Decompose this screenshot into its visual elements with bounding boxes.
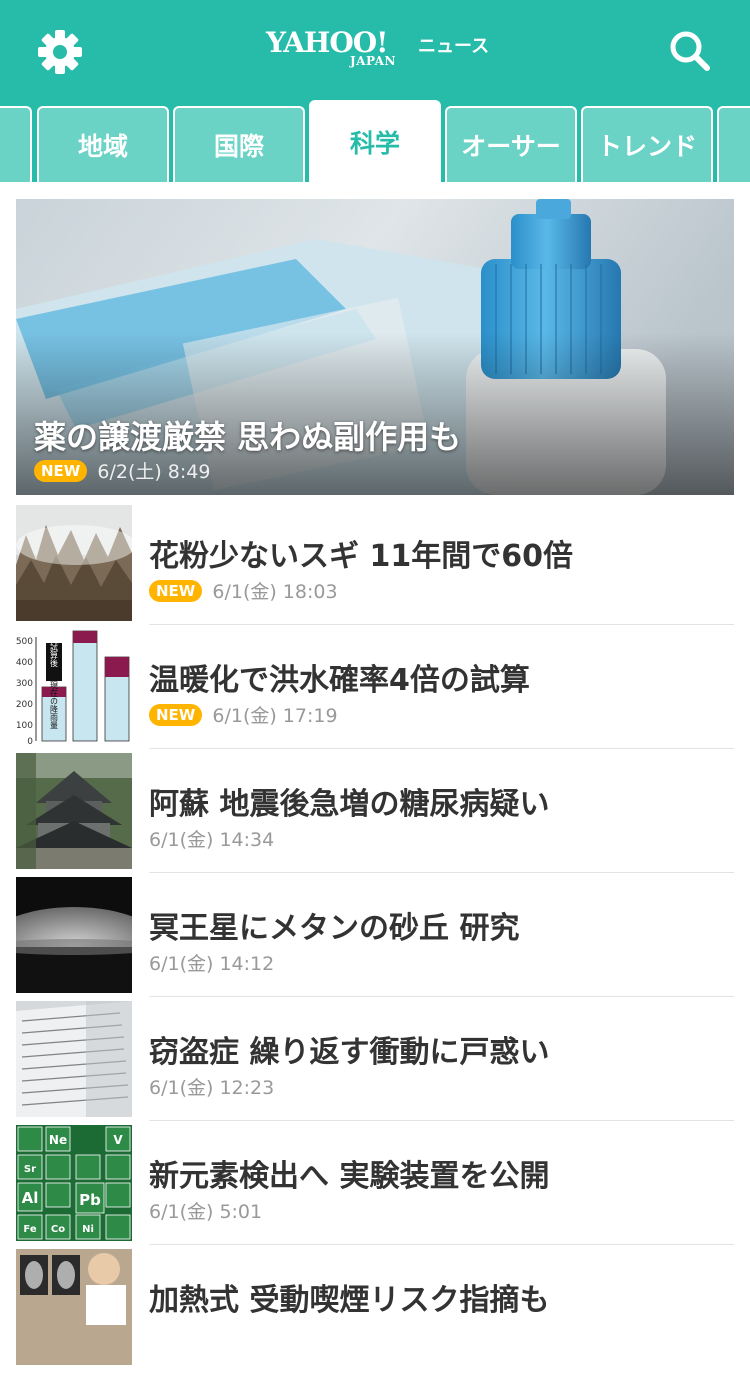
article-meta: 6/1(金) 14:12 bbox=[149, 949, 274, 976]
article-title: 加熱式 受動喫煙リスク指摘も bbox=[149, 1283, 550, 1318]
article-item[interactable]: 加熱式 受動喫煙リスク指摘も bbox=[16, 1249, 734, 1373]
divider bbox=[149, 996, 734, 997]
hero-article[interactable]: 薬の譲渡厳禁 思わぬ副作用も NEW 6/2(土) 8:49 bbox=[16, 199, 734, 495]
article-title: 花粉少ないスギ 11年間で60倍 bbox=[149, 539, 573, 574]
element-symbol: Ni bbox=[82, 1224, 94, 1235]
chart-tick: 400 bbox=[16, 658, 33, 668]
divider bbox=[149, 1244, 734, 1245]
article-date: 6/1(金) 12:23 bbox=[149, 1077, 275, 1099]
article-item[interactable]: 窃盗症 繰り返す衝動に戸惑い 6/1(金) 12:23 bbox=[16, 1001, 734, 1125]
article-date: 6/1(金) 5:01 bbox=[149, 1201, 263, 1223]
thumbnail-rainfall-chart: 500 400 300 200 100 0 試算後 現在の降雨量 bbox=[16, 629, 132, 745]
logo-news-text: ニュース bbox=[418, 36, 490, 57]
category-tabs: 地域 国際 科学 オーサー トレンド イ bbox=[0, 100, 750, 182]
new-badge: NEW bbox=[149, 703, 203, 726]
article-meta: 6/1(金) 5:01 bbox=[149, 1197, 262, 1224]
article-date: 6/1(金) 14:34 bbox=[149, 829, 275, 851]
divider bbox=[149, 872, 734, 873]
thumbnail-castle bbox=[16, 753, 132, 869]
chart-tick: 100 bbox=[16, 721, 33, 731]
chart-tick: 200 bbox=[16, 700, 33, 710]
tab-previous[interactable] bbox=[0, 106, 32, 182]
tab-label: 国際 bbox=[213, 132, 264, 161]
new-badge: NEW bbox=[149, 579, 203, 602]
new-badge: NEW bbox=[34, 459, 88, 482]
thumbnail-xray-doctor bbox=[16, 1249, 132, 1365]
hero-meta: NEW 6/2(土) 8:49 bbox=[34, 457, 210, 484]
tab-trend[interactable]: トレンド bbox=[581, 106, 713, 182]
chart-label: 試算後 bbox=[50, 642, 59, 667]
article-item[interactable]: 冥王星にメタンの砂丘 研究 6/1(金) 14:12 bbox=[16, 877, 734, 1001]
article-item[interactable]: Ne V Al Pb Sr Fe Ni Co 新元素検出へ 実験装置を公開 6/… bbox=[16, 1125, 734, 1249]
chart-label: 現在の降雨量 bbox=[50, 681, 59, 729]
tab-author[interactable]: オーサー bbox=[445, 106, 577, 182]
article-item[interactable]: 阿蘇 地震後急増の糖尿病疑い 6/1(金) 14:34 bbox=[16, 753, 734, 877]
article-item[interactable]: 500 400 300 200 100 0 試算後 現在の降雨量 温暖化で洪水確… bbox=[16, 629, 734, 753]
thumbnail-notebook bbox=[16, 1001, 132, 1117]
article-meta: 6/1(金) 12:23 bbox=[149, 1073, 274, 1100]
tab-science[interactable]: 科学 bbox=[309, 100, 441, 182]
gear-icon[interactable] bbox=[34, 26, 86, 78]
article-meta: NEW 6/1(金) 18:03 bbox=[149, 577, 338, 604]
divider bbox=[149, 1120, 734, 1121]
chart-tick: 0 bbox=[27, 737, 33, 745]
article-title: 温暖化で洪水確率4倍の試算 bbox=[149, 663, 530, 698]
chart-tick: 500 bbox=[16, 637, 33, 647]
thumbnail-periodic-table: Ne V Al Pb Sr Fe Ni Co bbox=[16, 1125, 132, 1241]
article-title: 窃盗症 繰り返す衝動に戸惑い bbox=[149, 1035, 550, 1070]
tab-international[interactable]: 国際 bbox=[173, 106, 305, 182]
tab-label: トレンド bbox=[596, 132, 697, 161]
article-date: 6/1(金) 17:19 bbox=[212, 705, 338, 727]
app-header: YAHOO! JAPAN ニュース bbox=[0, 0, 750, 100]
element-symbol: V bbox=[113, 1133, 123, 1147]
chart-tick: 300 bbox=[16, 679, 33, 689]
logo-sub-text: JAPAN bbox=[350, 54, 396, 68]
thumbnail-cedar-forest bbox=[16, 505, 132, 621]
element-symbol: Sr bbox=[24, 1164, 36, 1175]
tab-label: 科学 bbox=[349, 129, 400, 158]
tab-label: 地域 bbox=[77, 132, 128, 161]
tab-local[interactable]: 地域 bbox=[37, 106, 169, 182]
element-symbol: Co bbox=[51, 1224, 65, 1235]
article-item[interactable]: 花粉少ないスギ 11年間で60倍 NEW 6/1(金) 18:03 bbox=[16, 505, 734, 629]
search-icon[interactable] bbox=[664, 26, 716, 78]
tab-label: オーサー bbox=[461, 132, 561, 161]
divider bbox=[149, 748, 734, 749]
yahoo-news-logo[interactable]: YAHOO! JAPAN ニュース bbox=[266, 26, 496, 72]
tab-next[interactable]: イ bbox=[717, 106, 750, 182]
element-symbol: Ne bbox=[49, 1133, 67, 1147]
element-symbol: Fe bbox=[23, 1224, 36, 1235]
hero-title: 薬の譲渡厳禁 思わぬ副作用も bbox=[34, 418, 462, 456]
article-date: 6/1(金) 14:12 bbox=[149, 953, 275, 975]
article-title: 冥王星にメタンの砂丘 研究 bbox=[149, 911, 520, 946]
thumbnail-pluto bbox=[16, 877, 132, 993]
article-title: 新元素検出へ 実験装置を公開 bbox=[149, 1159, 550, 1194]
hero-date: 6/2(土) 8:49 bbox=[97, 461, 211, 483]
article-title: 阿蘇 地震後急増の糖尿病疑い bbox=[149, 787, 550, 822]
element-symbol: Pb bbox=[79, 1191, 101, 1209]
article-date: 6/1(金) 18:03 bbox=[212, 581, 338, 603]
divider bbox=[149, 624, 734, 625]
element-symbol: Al bbox=[22, 1189, 39, 1207]
article-meta: NEW 6/1(金) 17:19 bbox=[149, 701, 338, 728]
article-meta: 6/1(金) 14:34 bbox=[149, 825, 274, 852]
